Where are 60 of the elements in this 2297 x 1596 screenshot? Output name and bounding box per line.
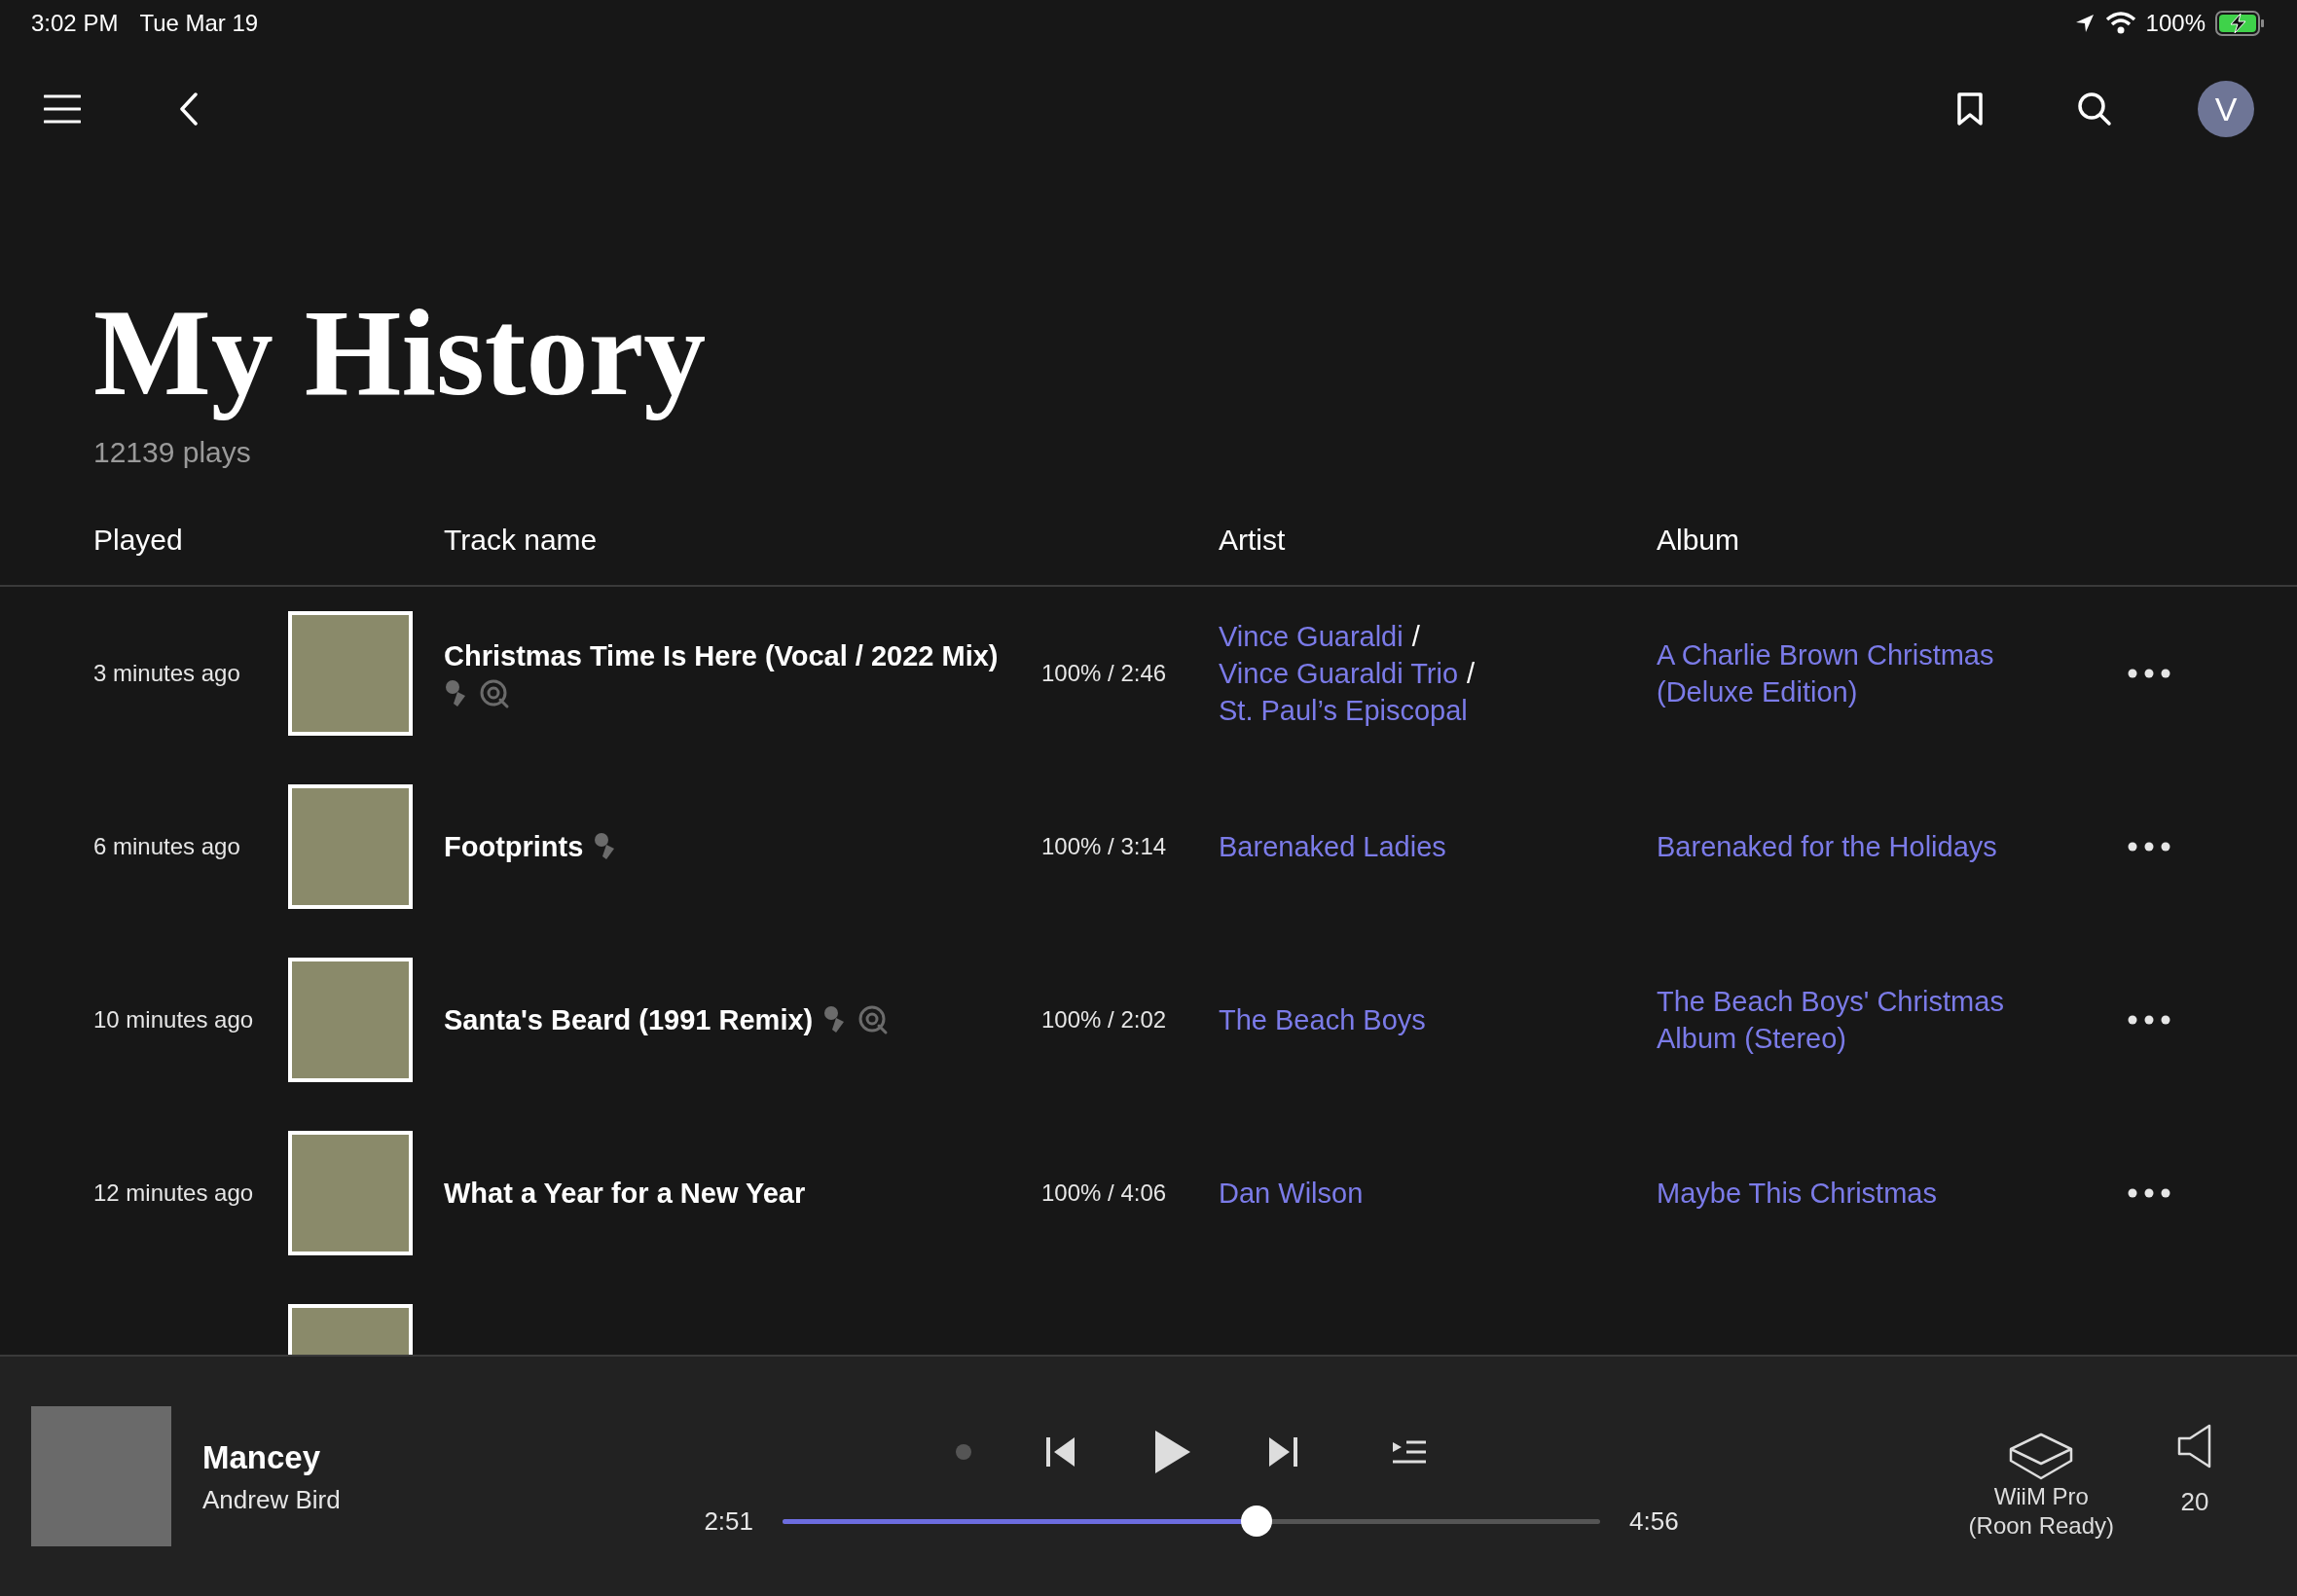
artist-link[interactable]: Vince Guaraldi Trio [1219,655,1459,692]
more-icon [2128,1188,2170,1198]
album-link[interactable]: Barenaked for the Holidays [1657,828,2046,865]
slider-thumb[interactable] [1241,1505,1273,1537]
next-icon [1267,1434,1298,1469]
radio-dot-icon[interactable] [954,1441,973,1462]
separator-text: / [1411,620,1420,654]
menu-icon [44,93,81,125]
search-icon [2077,91,2112,127]
track-name[interactable]: Footprints [444,828,584,865]
artist-link[interactable]: Dan Wilson [1219,1175,1364,1212]
queue-icon [1391,1438,1428,1465]
speaker-icon[interactable] [2176,1422,2213,1469]
artist-link[interactable]: Barenaked Ladies [1219,828,1446,865]
album-link[interactable]: A Charlie Brown Christmas (Deluxe Edition) [1657,636,2046,710]
elapsed-time: 2:51 [703,1505,753,1538]
back-icon [179,92,199,126]
played-time: 10 minutes ago [92,1005,255,1034]
play-progress: 100% / 4:06 [1041,1179,1168,1208]
play-count: 12139 plays [93,435,252,470]
play-progress: 100% / 3:14 [1041,832,1168,861]
volume-level: 20 [2180,1485,2209,1518]
bookmark-icon [1956,91,1984,127]
avatar[interactable]: V [2198,81,2254,137]
status-date: Tue Mar 19 [139,9,259,38]
now-playing-title[interactable]: Mancey [202,1433,592,1482]
column-header: Played [92,522,184,558]
play-progress: 100% / 2:46 [1041,659,1168,688]
played-time: 12 minutes ago [92,1179,255,1208]
track-name[interactable]: What a Year for a New Year [444,1175,806,1212]
page-title: My History [93,282,707,423]
duration-time: 4:56 [1629,1505,1680,1538]
separator-text: / [1467,657,1476,691]
more-icon [2128,1015,2170,1025]
more-icon [2128,842,2170,852]
more-icon [2128,669,2170,678]
wifi-icon [2104,12,2136,35]
previous-icon [1045,1434,1076,1469]
device-name[interactable]: WiiM Pro [1993,1482,2089,1511]
album-link[interactable]: The Beach Boys' Christmas Album (Stereo) [1657,983,2046,1057]
column-header: Album [1657,522,1741,558]
battery-icon [2215,11,2266,36]
album-link[interactable]: Maybe This Christmas [1657,1175,2046,1212]
search-button[interactable] [2075,90,2114,128]
streamer-device-icon[interactable] [2008,1432,2075,1482]
track-name[interactable]: Christmas Time Is Here (Vocal / 2022 Mix) [444,637,999,674]
artist-link[interactable]: The Beach Boys [1219,1001,1426,1038]
column-header: Artist [1219,522,1287,558]
play-progress: 100% / 2:02 [1041,1005,1168,1034]
artist-link[interactable]: St. Paul’s Episcopal [1219,692,1468,729]
played-time: 3 minutes ago [92,659,241,688]
played-time: 6 minutes ago [92,832,241,861]
track-name[interactable]: Santa's Beard (1991 Remix) [444,1001,814,1038]
status-time: 3:02 PM [31,9,119,38]
battery-percent: 100% [2145,9,2206,38]
artist-link[interactable]: Vince Guaraldi [1219,618,1404,655]
progress-slider[interactable] [783,1507,1600,1535]
column-header: Track name [444,522,599,558]
now-playing-artist[interactable]: Andrew Bird [202,1481,592,1520]
device-name[interactable]: (Roon Ready) [1968,1511,2114,1541]
